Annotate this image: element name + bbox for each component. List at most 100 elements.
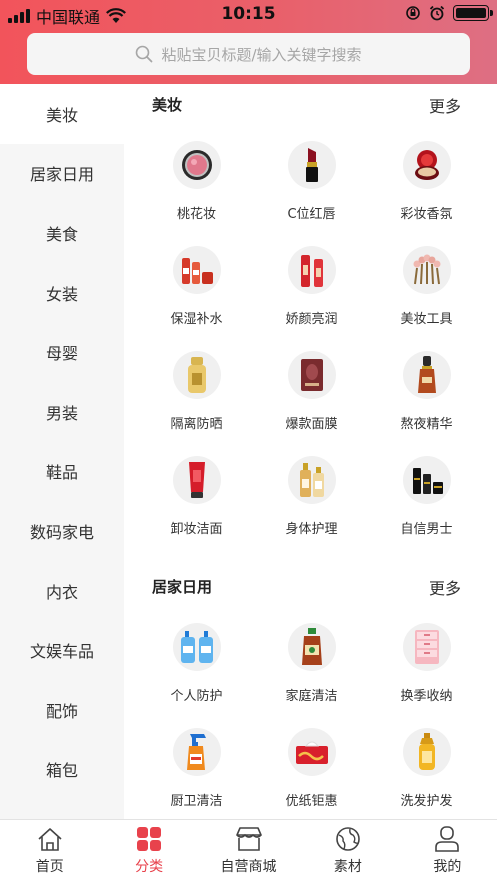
category-item-seasonal-storage[interactable]: 换季收纳 xyxy=(369,606,484,711)
sidebar-item-accessories[interactable]: 配饰 xyxy=(0,680,124,740)
sidebar-item-label: 配饰 xyxy=(45,701,78,721)
sidebar-item-food[interactable]: 美食 xyxy=(0,203,124,263)
category-item-label: 娇颜亮润 xyxy=(285,312,338,327)
tab-label: 素材 xyxy=(333,859,362,875)
face-mask-icon xyxy=(300,359,323,391)
mens-skincare-icon xyxy=(412,468,443,494)
blush-compact-icon xyxy=(181,150,212,180)
tab-store[interactable]: 自营商城 xyxy=(199,820,298,883)
store-icon xyxy=(235,827,262,851)
rotation-lock-icon xyxy=(406,6,420,20)
category-item-label: 隔离防晒 xyxy=(170,417,223,432)
category-item-label: 保湿补水 xyxy=(170,312,223,327)
category-item-label: 桃花妆 xyxy=(176,207,216,222)
category-item-kitchen-bath-cleaning[interactable]: 厨卫清洁 xyxy=(139,711,254,816)
category-item-confident-men[interactable]: 自信男士 xyxy=(369,439,484,544)
category-content: 美妆 更多 桃花妆 C位红唇 彩妆香氛 保湿补水 娇颜亮润 美妆工具 隔离防晒 … xyxy=(124,84,497,819)
sidebar-item-label: 美妆 xyxy=(45,105,78,125)
category-item-moisturizing[interactable]: 保湿补水 xyxy=(139,229,254,334)
sidebar-item-shoes[interactable]: 鞋品 xyxy=(0,442,124,502)
section-title: 居家日用 xyxy=(152,578,213,596)
spray-cleaner-icon xyxy=(186,734,206,770)
more-link[interactable]: 更多 xyxy=(429,575,461,599)
essence-bottle-icon xyxy=(417,356,436,393)
alarm-icon xyxy=(429,5,445,21)
sidebar-item-label: 居家日用 xyxy=(29,165,94,185)
category-item-label: 厨卫清洁 xyxy=(170,794,223,809)
shampoo-bottle-icon xyxy=(418,733,435,770)
sidebar-item-label: 男装 xyxy=(45,403,78,423)
category-item-label: 卸妆洁面 xyxy=(170,522,223,537)
category-item-red-lips[interactable]: C位红唇 xyxy=(254,124,369,229)
hand-sanitizer-icon xyxy=(180,631,213,663)
section-beauty: 美妆 更多 桃花妆 C位红唇 彩妆香氛 保湿补水 娇颜亮润 美妆工具 隔离防晒 … xyxy=(124,84,497,544)
disinfectant-bottle-icon xyxy=(301,628,322,665)
search-input[interactable]: 粘贴宝贝标题/输入关键字搜索 xyxy=(27,33,470,75)
category-item-hair-care[interactable]: 洗发护发 xyxy=(369,711,484,816)
sidebar-item-womens-clothing[interactable]: 女装 xyxy=(0,263,124,323)
sidebar-item-digital-appliances[interactable]: 数码家电 xyxy=(0,501,124,561)
category-item-paper-deals[interactable]: 优纸钜惠 xyxy=(254,711,369,816)
sidebar-item-label: 美食 xyxy=(45,224,78,244)
section-title: 美妆 xyxy=(152,96,183,114)
home-icon xyxy=(38,828,62,851)
category-item-makeup-fragrance[interactable]: 彩妆香氛 xyxy=(369,124,484,229)
tab-label: 我的 xyxy=(433,859,462,875)
category-item-sun-protection[interactable]: 隔离防晒 xyxy=(139,334,254,439)
materials-icon xyxy=(336,827,360,851)
category-item-label: 身体护理 xyxy=(285,522,338,537)
category-item-makeup-tools[interactable]: 美妆工具 xyxy=(369,229,484,334)
battery-icon xyxy=(453,5,493,21)
tab-materials[interactable]: 素材 xyxy=(298,820,397,883)
tab-profile[interactable]: 我的 xyxy=(398,820,497,883)
category-item-makeup-removal[interactable]: 卸妆洁面 xyxy=(139,439,254,544)
moisturizer-set-icon xyxy=(181,258,213,284)
category-item-personal-protection[interactable]: 个人防护 xyxy=(139,606,254,711)
category-item-label: 洗发护发 xyxy=(400,794,453,809)
status-bar: 中国联通 10:15 xyxy=(0,0,497,28)
sidebar-item-home-daily[interactable]: 居家日用 xyxy=(0,144,124,204)
category-grid-icon xyxy=(137,827,162,851)
category-item-label: 家庭清洁 xyxy=(285,689,338,704)
sidebar-item-label: 女装 xyxy=(45,284,78,304)
category-item-radiant-glow[interactable]: 娇颜亮润 xyxy=(254,229,369,334)
header: 中国联通 10:15 粘贴宝贝标题/输入关键字搜索 xyxy=(0,0,497,84)
category-item-label: 自信男士 xyxy=(400,522,453,537)
serum-bottles-icon xyxy=(300,255,323,287)
tab-category[interactable]: 分类 xyxy=(99,820,198,883)
more-link[interactable]: 更多 xyxy=(429,93,461,117)
tissue-box-icon xyxy=(295,741,328,764)
sidebar-item-label: 鞋品 xyxy=(45,463,78,483)
category-item-night-essence[interactable]: 熬夜精华 xyxy=(369,334,484,439)
sunscreen-bottle-icon xyxy=(187,357,206,393)
category-item-label: 爆款面膜 xyxy=(285,417,338,432)
makeup-brushes-icon xyxy=(413,254,440,285)
sidebar-item-beauty[interactable]: 美妆 xyxy=(0,84,124,144)
category-item-label: 彩妆香氛 xyxy=(400,207,453,222)
sidebar-item-mens-clothing[interactable]: 男装 xyxy=(0,382,124,442)
category-item-label: 优纸钜惠 xyxy=(285,794,338,809)
profile-icon xyxy=(435,826,460,852)
sidebar-item-underwear[interactable]: 内衣 xyxy=(0,561,124,621)
category-item-peach-makeup[interactable]: 桃花妆 xyxy=(139,124,254,229)
sidebar-item-bags[interactable]: 箱包 xyxy=(0,740,124,800)
category-item-label: C位红唇 xyxy=(287,207,336,222)
category-item-face-masks[interactable]: 爆款面膜 xyxy=(254,334,369,439)
tab-home[interactable]: 首页 xyxy=(0,820,99,883)
sidebar-item-label: 文娱车品 xyxy=(29,642,94,662)
tab-label: 自营商城 xyxy=(220,859,277,875)
sidebar-item-entertainment-car[interactable]: 文娱车品 xyxy=(0,620,124,680)
category-item-body-care[interactable]: 身体护理 xyxy=(254,439,369,544)
category-item-home-cleaning[interactable]: 家庭清洁 xyxy=(254,606,369,711)
tab-label: 首页 xyxy=(35,859,64,875)
search-icon xyxy=(136,45,153,63)
sidebar-item-label: 箱包 xyxy=(45,761,78,781)
sidebar-item-mother-baby[interactable]: 母婴 xyxy=(0,322,124,382)
search-placeholder: 粘贴宝贝标题/输入关键字搜索 xyxy=(161,45,362,64)
category-item-label: 美妆工具 xyxy=(400,312,453,327)
section-home-daily: 居家日用 更多 个人防护 家庭清洁 换季收纳 厨卫清洁 优纸钜惠 洗发护发 xyxy=(124,566,497,816)
body-lotion-icon xyxy=(299,463,324,497)
storage-drawers-icon xyxy=(414,630,439,664)
lipstick-icon xyxy=(305,148,318,182)
category-item-label: 换季收纳 xyxy=(400,689,453,704)
